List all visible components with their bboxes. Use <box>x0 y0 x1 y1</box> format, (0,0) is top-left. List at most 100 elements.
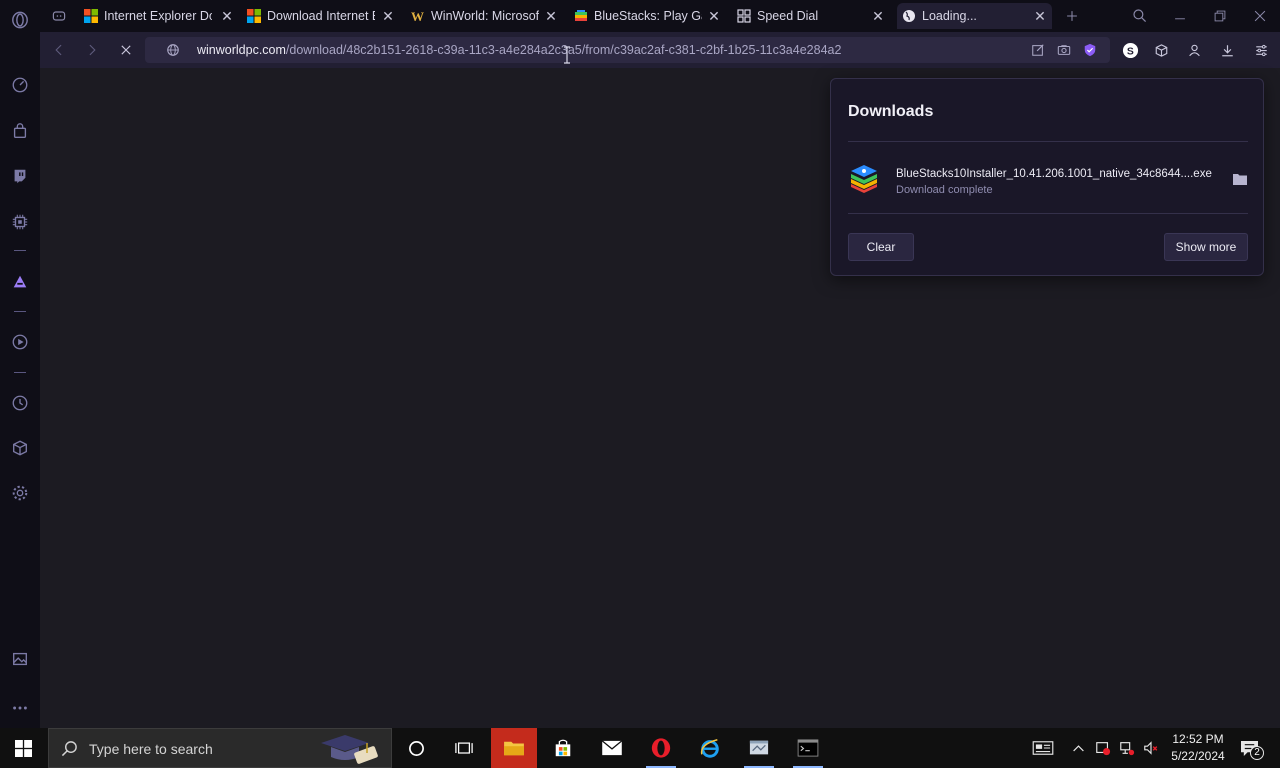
taskbar-clock[interactable]: 12:52 PM 5/22/2024 <box>1160 731 1236 765</box>
tab-title: Speed Dial <box>757 9 819 23</box>
download-status: Download complete <box>896 184 993 196</box>
url-text[interactable]: winworldpc.com/download/48c2b151-2618-c3… <box>197 43 841 57</box>
terminal-cmd-icon[interactable] <box>785 728 831 768</box>
vpn-shield-icon[interactable] <box>1082 42 1098 58</box>
downloads-title: Downloads <box>848 103 934 120</box>
sidebar-divider <box>14 372 26 373</box>
twitch-icon[interactable] <box>10 166 30 186</box>
show-more-button[interactable]: Show more <box>1164 233 1248 261</box>
tab-close-icon[interactable]: ✕ <box>544 9 558 23</box>
tab-title: Internet Explorer Do <box>104 9 212 23</box>
new-tab-plus-icon[interactable] <box>1062 6 1082 26</box>
clear-button[interactable]: Clear <box>848 233 914 261</box>
tab-menu-icon[interactable] <box>49 6 69 26</box>
minimize-icon[interactable] <box>1170 6 1190 26</box>
internet-explorer-icon[interactable] <box>687 728 733 768</box>
cortana-circle-icon[interactable] <box>393 728 439 768</box>
divider <box>848 141 1248 142</box>
graduation-cap-icon <box>319 731 379 768</box>
sidebar-divider <box>14 250 26 251</box>
easy-setup-edit-icon[interactable] <box>1030 42 1046 58</box>
search-tabs-icon[interactable] <box>1130 6 1150 26</box>
downloads-panel: Downloads BlueStacks10Installer_10.41.20… <box>830 78 1264 276</box>
tab-close-icon[interactable]: ✕ <box>1033 9 1047 23</box>
profile-s-icon[interactable]: S <box>1121 41 1139 59</box>
bluestacks-app-icon <box>848 164 880 196</box>
tab-title: Loading... <box>922 9 977 23</box>
tab-loading[interactable]: Loading... ✕ <box>897 3 1052 29</box>
microsoft-store-icon[interactable] <box>540 728 586 768</box>
extensions-cube-icon[interactable] <box>10 438 30 458</box>
sidebar-divider <box>14 311 26 312</box>
site-info-globe-icon[interactable] <box>165 42 181 58</box>
aria-icon[interactable] <box>10 272 30 292</box>
svg-text:S: S <box>1126 46 1133 57</box>
sidebar <box>0 0 40 728</box>
task-view-icon[interactable] <box>441 728 487 768</box>
divider <box>848 213 1248 214</box>
player-icon[interactable] <box>10 332 30 352</box>
search-icon <box>61 740 78 762</box>
text-cursor-icon <box>563 46 571 64</box>
windows-start-icon[interactable] <box>0 728 46 768</box>
volume-muted-icon[interactable] <box>1141 738 1161 758</box>
download-filename: BlueStacks10Installer_10.41.206.1001_nat… <box>896 168 1212 180</box>
bluestacks-logo-icon <box>574 9 588 23</box>
tab-winworld[interactable]: W WinWorld: Microsoft ✕ <box>411 3 558 29</box>
speed-dial-grid-icon <box>737 9 751 23</box>
taskbar-search-box[interactable]: Type here to search <box>48 728 392 768</box>
download-item[interactable]: BlueStacks10Installer_10.41.206.1001_nat… <box>848 161 1248 201</box>
microsoft-logo-icon <box>84 9 98 23</box>
address-bar[interactable]: winworldpc.com/download/48c2b151-2618-c3… <box>145 37 1110 63</box>
tab-speed-dial[interactable]: Speed Dial ✕ <box>737 3 885 29</box>
opera-logo-icon[interactable] <box>10 10 30 30</box>
more-dots-icon[interactable] <box>10 698 30 718</box>
tab-close-icon[interactable]: ✕ <box>220 9 234 23</box>
gallery-image-icon[interactable] <box>10 649 30 669</box>
address-toolbar: winworldpc.com/download/48c2b151-2618-c3… <box>40 32 1280 68</box>
notification-count-badge: 2 <box>1250 746 1264 760</box>
mail-envelope-icon[interactable] <box>589 728 635 768</box>
back-arrow-icon[interactable] <box>49 40 69 60</box>
tab-internet-explorer-do[interactable]: Internet Explorer Do ✕ <box>84 3 234 29</box>
easy-setup-menu-icon[interactable] <box>1252 41 1270 59</box>
file-explorer-icon[interactable] <box>491 728 537 768</box>
stop-loading-icon[interactable] <box>116 40 136 60</box>
history-clock-icon[interactable] <box>10 393 30 413</box>
restore-icon[interactable] <box>1210 6 1230 26</box>
opera-browser-taskbar-icon[interactable] <box>638 728 684 768</box>
search-placeholder: Type here to search <box>89 741 213 757</box>
tab-close-icon[interactable]: ✕ <box>381 9 395 23</box>
tab-strip: Internet Explorer Do ✕ Download Internet… <box>40 0 1280 32</box>
tab-title: WinWorld: Microsoft <box>431 9 539 23</box>
security-alert-icon[interactable] <box>1093 738 1113 758</box>
downloads-arrow-icon[interactable] <box>1218 41 1236 59</box>
snapshot-camera-icon[interactable] <box>1056 42 1072 58</box>
forward-arrow-icon[interactable] <box>82 40 102 60</box>
tab-close-icon[interactable]: ✕ <box>871 9 885 23</box>
clock-date: 5/22/2024 <box>1171 749 1225 763</box>
tab-title: Download Internet E <box>267 9 375 23</box>
app-window-icon[interactable] <box>736 728 782 768</box>
network-icon[interactable] <box>1117 738 1137 758</box>
account-person-icon[interactable] <box>1185 41 1203 59</box>
clock-time: 12:52 PM <box>1172 732 1224 746</box>
svg-text:W: W <box>411 9 424 23</box>
url-host: winworldpc.com <box>197 43 286 57</box>
shopping-bag-icon[interactable] <box>10 121 30 141</box>
winworld-logo-icon: W <box>411 9 425 24</box>
chip-icon[interactable] <box>10 212 30 232</box>
extensions-cube-icon[interactable] <box>1152 41 1170 59</box>
tab-title: BlueStacks: Play Gam <box>594 9 702 23</box>
close-window-icon[interactable] <box>1250 6 1270 26</box>
tab-download-internet-e[interactable]: Download Internet E ✕ <box>247 3 395 29</box>
windows-taskbar: Type here to search 12:52 PM 5/22/2024 2 <box>0 728 1280 768</box>
show-in-folder-icon[interactable] <box>1232 172 1248 186</box>
news-widget-icon[interactable] <box>1031 738 1055 758</box>
tab-bluestacks[interactable]: BlueStacks: Play Gam ✕ <box>574 3 721 29</box>
settings-gear-icon[interactable] <box>10 483 30 503</box>
chevron-up-icon[interactable] <box>1068 738 1088 758</box>
microsoft-logo-icon <box>247 9 261 23</box>
speedometer-icon[interactable] <box>10 75 30 95</box>
tab-close-icon[interactable]: ✕ <box>707 9 721 23</box>
